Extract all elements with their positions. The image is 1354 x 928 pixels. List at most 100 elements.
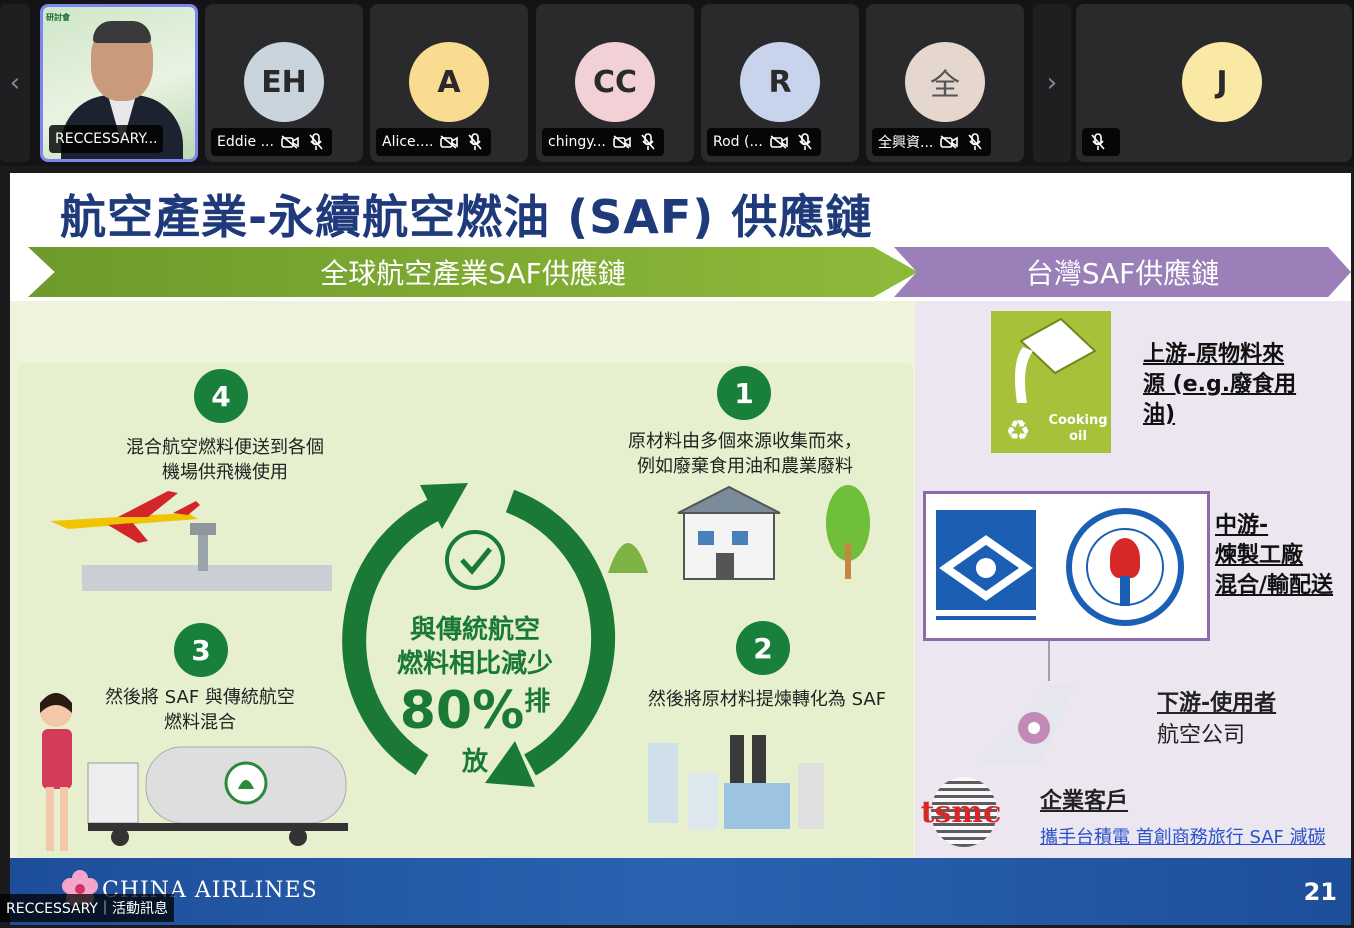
midstream-logos-box bbox=[923, 491, 1210, 641]
upstream-line2: 源 (e.g.廢食用 bbox=[1143, 372, 1297, 397]
avatar: R bbox=[740, 42, 820, 122]
avatar: 全 bbox=[905, 42, 985, 122]
participant-tile[interactable]: J bbox=[1076, 4, 1352, 162]
participant-name: Eddie ... bbox=[217, 134, 274, 150]
participant-namebar: RECCESSARY... bbox=[49, 125, 164, 153]
midstream-heading: 中游- 煉製工廠 混合/輸配送 bbox=[1215, 511, 1333, 601]
cycle-line2: 燃料相比減少 bbox=[396, 649, 553, 679]
recycle-icon: ♻ bbox=[1005, 413, 1031, 447]
china-airlines-tail-icon bbox=[980, 684, 1076, 764]
participant-namebar: Eddie ... bbox=[211, 128, 332, 156]
step-4-line2: 機場供飛機使用 bbox=[162, 462, 288, 483]
midstream-line1: 中游- bbox=[1215, 513, 1269, 538]
cycle-line1: 與傳統航空 bbox=[409, 615, 540, 645]
downstream-title: 下游-使用者 bbox=[1157, 691, 1277, 716]
mic-muted-icon bbox=[638, 133, 658, 151]
cooking-oil-line1: Cooking bbox=[1048, 413, 1108, 428]
camera-off-icon bbox=[280, 133, 300, 151]
participant-namebar bbox=[1082, 128, 1120, 156]
avatar: J bbox=[1182, 42, 1262, 122]
step-2-text: 然後將原材料提煉轉化為 SAF bbox=[642, 687, 892, 712]
oil-bottle-icon bbox=[1015, 317, 1097, 403]
mic-muted-icon bbox=[306, 133, 326, 151]
participant-name: 全興資... bbox=[878, 135, 934, 151]
step-1-line2: 例如廢棄食用油和農業廢料 bbox=[637, 456, 853, 477]
step-3-text: 然後將 SAF 與傳統航空 燃料混合 bbox=[100, 685, 300, 735]
meeting-window: ‹ 研討會 RECCESSARY... EH Eddie ... A Alice… bbox=[0, 0, 1354, 928]
cpc-logo bbox=[1066, 508, 1184, 626]
participant-tile[interactable]: A Alice.... bbox=[370, 4, 528, 162]
participant-name: chingy... bbox=[548, 134, 606, 150]
step-1-text: 原材料由多個來源收集而來， 例如廢棄食用油和農業廢料 bbox=[615, 429, 875, 479]
shared-slide: 航空產業-永續航空燃油 (SAF) 供應鏈 全球航空產業SAF供應鏈 台灣SAF… bbox=[10, 173, 1351, 925]
slide-title: 航空產業-永續航空燃油 (SAF) 供應鏈 bbox=[60, 190, 873, 244]
tsmc-logo-text: tsmc bbox=[920, 794, 1002, 830]
formosa-mark bbox=[936, 535, 1036, 616]
chevron-left-icon: ‹ bbox=[9, 68, 21, 98]
camera-off-icon bbox=[439, 133, 459, 151]
formosa-petrochemical-logo bbox=[936, 510, 1036, 620]
tsmc-logo: tsmc bbox=[915, 775, 1007, 849]
chevron-right-icon: › bbox=[1046, 68, 1058, 98]
flame-icon bbox=[1110, 538, 1140, 578]
midstream-line2: 煉製工廠 bbox=[1215, 543, 1304, 568]
step-4-text: 混合航空燃料便送到各個 機場供飛機使用 bbox=[115, 435, 335, 485]
participant-namebar: chingy... bbox=[542, 128, 664, 156]
screen-share-caption: RECCESSARY｜活動訊息 bbox=[0, 894, 174, 922]
participant-name: Rod (... bbox=[713, 134, 763, 150]
midstream-line3: 混合/輸配送 bbox=[1215, 573, 1334, 598]
mic-muted-icon bbox=[965, 133, 985, 151]
downstream-heading: 下游-使用者 航空公司 bbox=[1157, 685, 1276, 749]
tsmc-saf-link[interactable]: 攜手台積電 首創商務旅行 SAF 減碳 bbox=[1040, 823, 1326, 849]
participant-namebar: Rod (... bbox=[707, 128, 821, 156]
participant-namebar: Alice.... bbox=[376, 128, 492, 156]
avatar: A bbox=[409, 42, 489, 122]
airplane-airport-illustration bbox=[50, 491, 332, 591]
step-1-line1: 原材料由多個來源收集而來， bbox=[628, 431, 862, 452]
step-2-number: 2 bbox=[736, 621, 790, 675]
step-4-number: 4 bbox=[194, 369, 248, 423]
participant-strip: ‹ 研討會 RECCESSARY... EH Eddie ... A Alice… bbox=[0, 0, 1354, 166]
house-illustration bbox=[608, 485, 870, 580]
mic-muted-icon bbox=[1088, 133, 1108, 151]
participant-tile[interactable]: EH Eddie ... bbox=[205, 4, 363, 162]
downstream-subtitle: 航空公司 bbox=[1157, 723, 1246, 748]
slide-footer: CHINA AIRLINES 21 bbox=[10, 858, 1351, 925]
cooking-oil-line2: oil bbox=[1069, 429, 1087, 444]
connector-line bbox=[1048, 641, 1050, 681]
camera-off-icon bbox=[939, 133, 959, 151]
speaker-logo: 研討會 bbox=[46, 13, 70, 22]
corporate-title: 企業客戶 bbox=[1040, 789, 1129, 814]
upstream-heading: 上游-原物料來 源 (e.g.廢食用 油) bbox=[1143, 340, 1296, 430]
camera-off-icon bbox=[612, 133, 632, 151]
step-3-number: 3 bbox=[174, 623, 228, 677]
slide-page-number: 21 bbox=[1303, 878, 1337, 906]
step-3-line2: 燃料混合 bbox=[164, 712, 236, 733]
participant-tile[interactable]: 全 全興資... bbox=[866, 4, 1024, 162]
participant-tile-active-speaker[interactable]: 研討會 RECCESSARY... bbox=[40, 4, 198, 162]
step-2-line1: 然後將原材料提煉轉化為 SAF bbox=[647, 689, 887, 710]
scroll-left-button[interactable]: ‹ bbox=[0, 4, 30, 162]
step-3-line1: 然後將 SAF 與傳統航空 bbox=[105, 687, 295, 708]
speaker-hair bbox=[93, 21, 151, 43]
upstream-line1: 上游-原物料來 bbox=[1143, 342, 1285, 367]
emission-percent-value: 80% bbox=[399, 681, 525, 741]
corporate-heading: 企業客戶 bbox=[1040, 783, 1128, 815]
avatar: CC bbox=[575, 42, 655, 122]
banner-global-supply-chain: 全球航空產業SAF供應鏈 bbox=[28, 247, 918, 297]
scroll-right-button[interactable]: › bbox=[1033, 4, 1071, 162]
avatar: EH bbox=[244, 42, 324, 122]
refinery-illustration bbox=[648, 735, 824, 829]
participant-tile[interactable]: CC chingy... bbox=[536, 4, 694, 162]
mic-muted-icon bbox=[795, 133, 815, 151]
step-4-line1: 混合航空燃料便送到各個 bbox=[126, 437, 324, 458]
cooking-oil-label: Cooking oil bbox=[1045, 413, 1111, 445]
upstream-line3: 油) bbox=[1143, 402, 1176, 427]
participant-namebar: 全興資... bbox=[872, 128, 992, 156]
participant-tile[interactable]: R Rod (... bbox=[701, 4, 859, 162]
participant-name: Alice.... bbox=[382, 134, 434, 150]
mic-muted-icon bbox=[465, 133, 485, 151]
emission-reduction-text: 與傳統航空 燃料相比減少 80%排放 bbox=[390, 613, 560, 778]
banner-taiwan-supply-chain: 台灣SAF供應鏈 bbox=[894, 247, 1351, 297]
step-1-number: 1 bbox=[717, 366, 771, 420]
